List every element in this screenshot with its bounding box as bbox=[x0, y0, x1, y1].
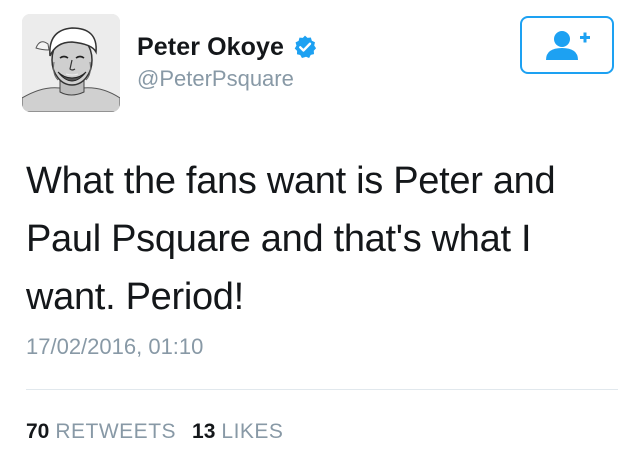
verified-badge-icon bbox=[292, 34, 318, 60]
likes-label: LIKES bbox=[221, 420, 284, 443]
add-user-icon bbox=[546, 31, 590, 60]
user-name-row: Peter Okoye bbox=[137, 30, 318, 64]
divider bbox=[26, 389, 618, 390]
retweets-count: 70 bbox=[26, 420, 50, 443]
follow-button[interactable] bbox=[520, 16, 614, 74]
tweet-stats: 70 RETWEETS 13 LIKES bbox=[26, 420, 299, 444]
tweet-card: Peter Okoye @PeterPsquare What the fans … bbox=[0, 0, 618, 457]
user-handle[interactable]: @PeterPsquare bbox=[137, 66, 294, 92]
tweet-text: What the fans want is Peter and Paul Psq… bbox=[26, 160, 556, 318]
retweets-label: RETWEETS bbox=[55, 420, 177, 443]
retweets-stat[interactable]: 70 RETWEETS bbox=[26, 420, 176, 444]
likes-count: 13 bbox=[192, 420, 216, 443]
likes-stat[interactable]: 13 LIKES bbox=[192, 420, 283, 444]
display-name[interactable]: Peter Okoye bbox=[137, 33, 284, 62]
tweet-timestamp[interactable]: 17/02/2016, 01:10 bbox=[26, 334, 203, 360]
avatar[interactable] bbox=[22, 14, 120, 112]
profile-photo-icon bbox=[22, 14, 120, 112]
